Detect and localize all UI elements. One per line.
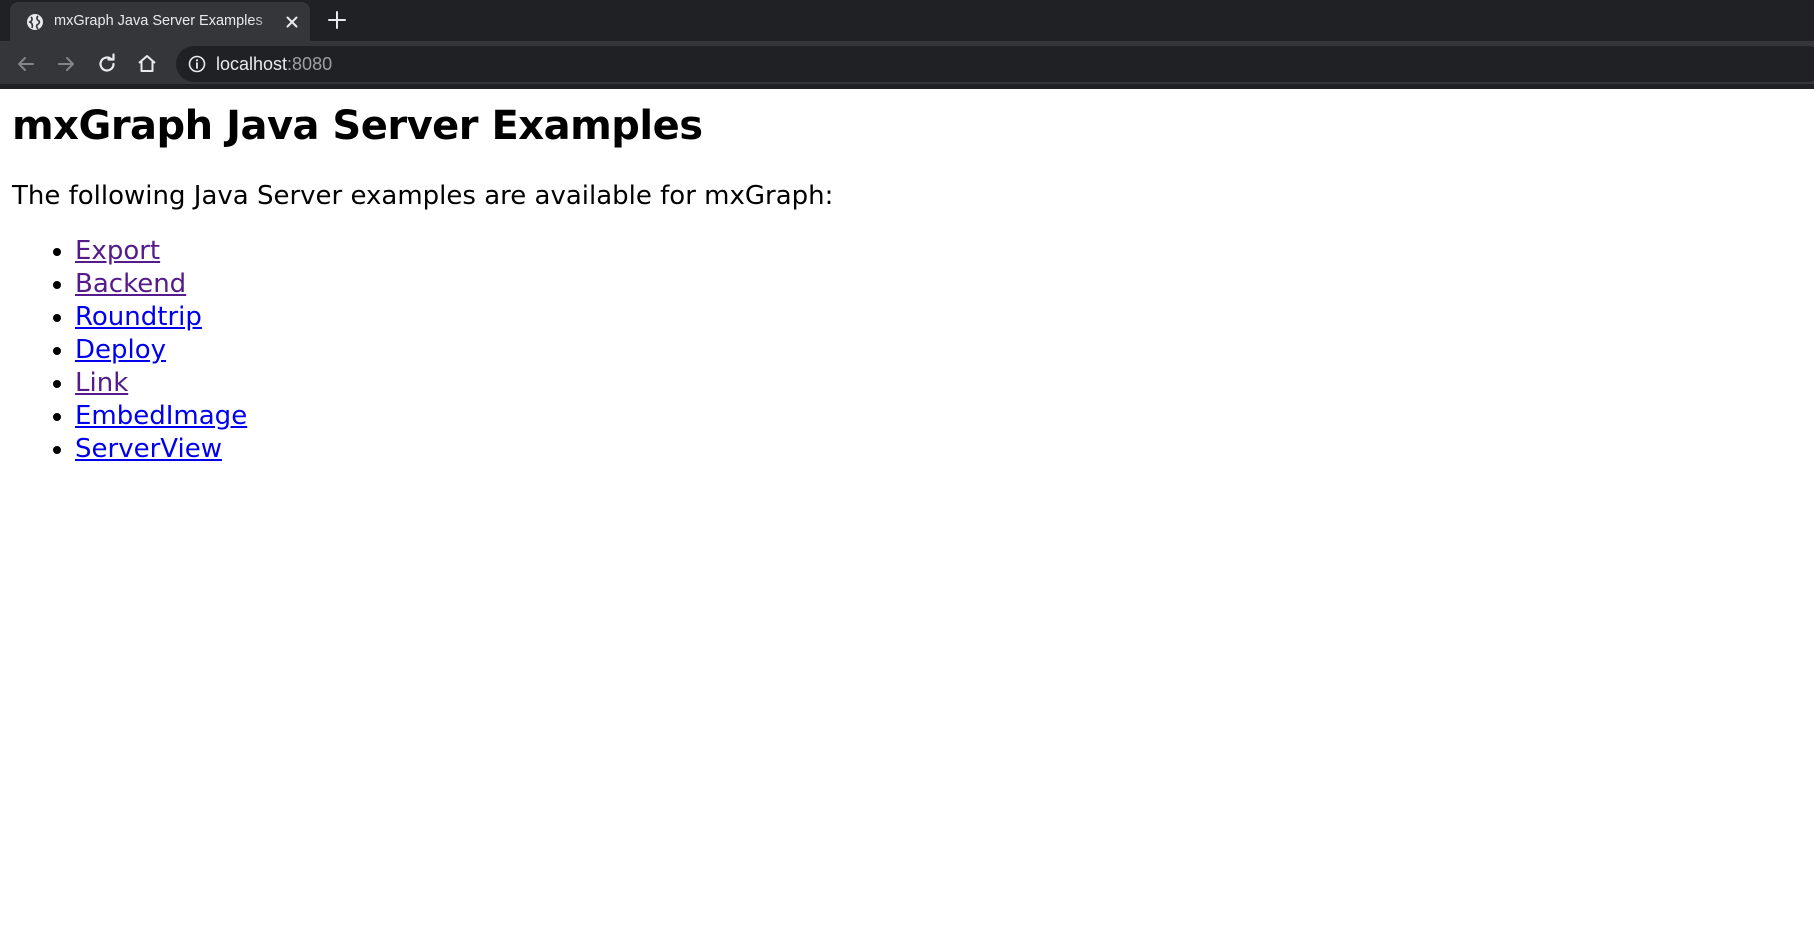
url-port: :8080 [287,54,333,74]
examples-list: Export Backend Roundtrip Deploy Link Emb… [0,235,247,466]
url-host: localhost [216,54,288,74]
list-item: Export [75,235,247,268]
page-content: mxGraph Java Server Examples The followi… [0,89,1814,942]
reload-icon[interactable] [95,52,119,76]
list-item: Link [75,367,247,400]
intro-text: The following Java Server examples are a… [12,181,834,211]
page-title: mxGraph Java Server Examples [12,103,703,149]
list-item: EmbedImage [75,400,247,433]
list-item: Deploy [75,334,247,367]
globe-icon [27,14,43,30]
arrow-left-icon[interactable] [14,52,38,76]
export-link[interactable]: Export [75,236,160,266]
deploy-link[interactable]: Deploy [75,335,166,365]
url-text: localhost:8080 [216,54,332,75]
browser-chrome: mxGraph Java Server Examples localhost:8… [0,0,1814,89]
list-item: Backend [75,268,247,301]
embedimage-link[interactable]: EmbedImage [75,401,247,431]
close-icon[interactable] [282,12,302,32]
link-link[interactable]: Link [75,368,128,398]
serverview-link[interactable]: ServerView [75,434,222,464]
arrow-right-icon[interactable] [54,52,78,76]
roundtrip-link[interactable]: Roundtrip [75,302,202,332]
plus-icon[interactable] [326,9,348,31]
list-item: ServerView [75,433,247,466]
browser-toolbar: localhost:8080 [0,41,1814,86]
backend-link[interactable]: Backend [75,269,186,299]
info-icon[interactable] [188,55,206,73]
home-icon[interactable] [135,52,159,76]
list-item: Roundtrip [75,301,247,334]
address-bar[interactable]: localhost:8080 [176,46,1814,82]
tab-title: mxGraph Java Server Examples [54,13,263,29]
browser-tab[interactable]: mxGraph Java Server Examples [10,2,310,41]
tab-strip: mxGraph Java Server Examples [0,0,1814,41]
